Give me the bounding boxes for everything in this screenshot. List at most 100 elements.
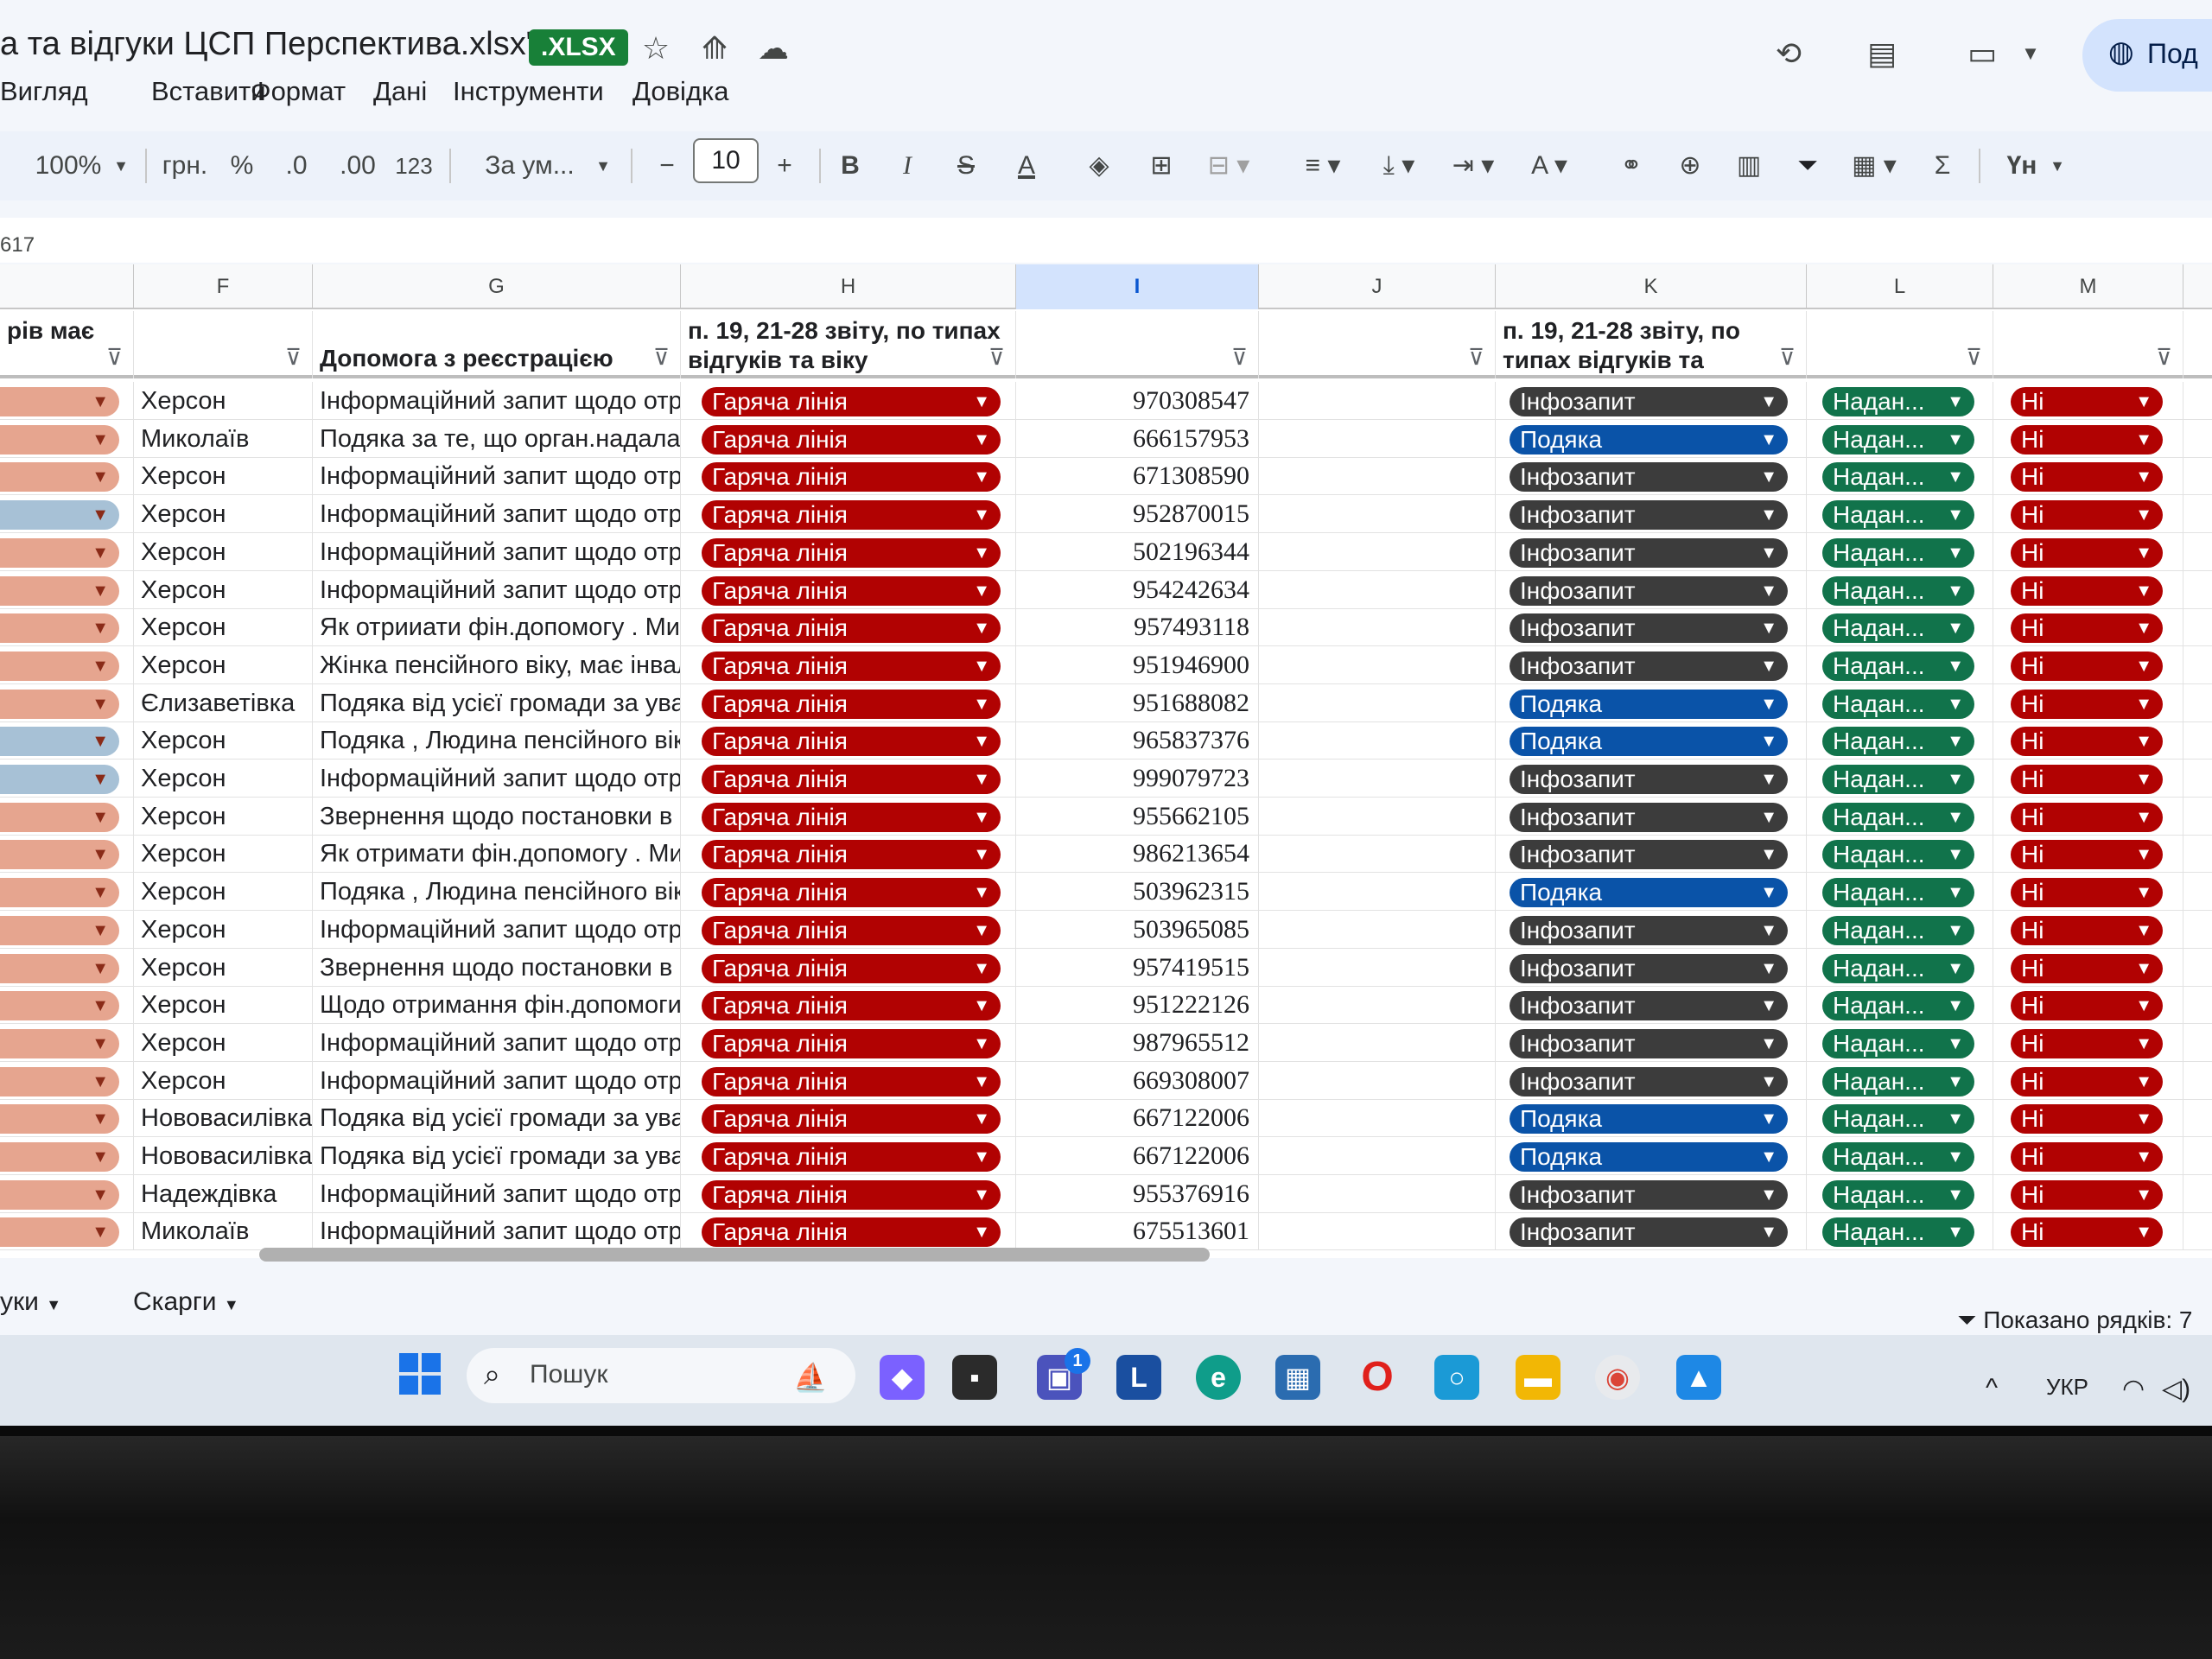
dropdown-arrow-icon[interactable]: ▼ — [92, 727, 109, 756]
dropdown-arrow-icon[interactable]: ▼ — [1760, 1180, 1777, 1210]
cell-phone[interactable]: 951222126 — [1016, 986, 1259, 1025]
type-chip[interactable]: Подяка ▼ — [1510, 727, 1788, 757]
dropdown-arrow-icon[interactable]: ▼ — [92, 1180, 109, 1210]
sheet-tab-complaints[interactable]: Скарги ▼ — [121, 1281, 251, 1324]
cell-empty[interactable] — [1259, 1137, 1496, 1175]
vertical-align-icon[interactable]: ⤓ ▾ — [1369, 145, 1429, 187]
dropdown-arrow-icon[interactable]: ▼ — [1947, 878, 1964, 907]
dropdown-arrow-icon[interactable]: ▼ — [973, 576, 990, 606]
status-chip[interactable]: ▼ — [0, 991, 119, 1021]
status-chip[interactable]: ▼ — [0, 575, 119, 606]
cell-location[interactable]: Херсон — [134, 570, 313, 609]
cell-description[interactable]: Інформаційний запит щодо отри — [313, 1023, 681, 1062]
percent-format-button[interactable]: % — [225, 145, 259, 187]
cell-location[interactable]: Надеждівка — [134, 1174, 313, 1213]
channel-chip[interactable]: Гаряча лінія ▼ — [702, 1217, 1001, 1248]
cell-location[interactable]: Херсон — [134, 608, 313, 647]
channel-chip[interactable]: Гаряча лінія ▼ — [702, 915, 1001, 945]
cell-type[interactable]: Інфозапит ▼ — [1496, 1023, 1807, 1062]
cell-location[interactable]: Херсон — [134, 532, 313, 571]
provided-chip[interactable]: Надан... ▼ — [1822, 462, 1974, 493]
cell-type[interactable]: Інфозапит ▼ — [1496, 457, 1807, 496]
chevron-down-icon[interactable]: ▼ — [224, 1296, 239, 1313]
dropdown-arrow-icon[interactable]: ▼ — [1947, 727, 1964, 756]
dropdown-arrow-icon[interactable]: ▼ — [1760, 576, 1777, 606]
history-icon[interactable]: ⟲ — [1770, 35, 1808, 73]
provided-chip[interactable]: Надан... ▼ — [1822, 1066, 1974, 1096]
dropdown-arrow-icon[interactable]: ▼ — [92, 538, 109, 568]
filter-icon[interactable]: ⊽ — [653, 342, 670, 372]
cell-channel[interactable]: Гаряча лінія ▼ — [681, 532, 1016, 571]
cell-empty[interactable] — [1259, 835, 1496, 874]
cell-description[interactable]: Як отримати фін.допомогу . Ми з — [313, 835, 681, 874]
type-chip[interactable]: Інфозапит ▼ — [1510, 500, 1788, 531]
cell-phone[interactable]: 957493118 — [1016, 608, 1259, 647]
filter-icon[interactable]: ⊽ — [988, 342, 1005, 372]
dropdown-arrow-icon[interactable]: ▼ — [1760, 425, 1777, 454]
volume-icon[interactable]: ◁) — [2162, 1374, 2190, 1404]
cell-answer[interactable]: Ні ▼ — [1993, 1137, 2183, 1175]
status-chip[interactable]: ▼ — [0, 1066, 119, 1096]
provided-chip[interactable]: Надан... ▼ — [1822, 1179, 1974, 1210]
dropdown-arrow-icon[interactable]: ▼ — [92, 916, 109, 945]
filter-icon[interactable]: ⊽ — [1231, 342, 1248, 372]
answer-chip[interactable]: Ні ▼ — [2011, 1142, 2163, 1172]
cell-type[interactable]: Подяка ▼ — [1496, 1137, 1807, 1175]
cell-empty[interactable] — [1259, 873, 1496, 912]
input-tools-chevron-icon[interactable]: ▼ — [2044, 145, 2070, 187]
currency-format-button[interactable]: грн. — [159, 145, 211, 187]
dropdown-arrow-icon[interactable]: ▼ — [92, 954, 109, 983]
cell-answer[interactable]: Ні ▼ — [1993, 721, 2183, 760]
cell-type[interactable]: Інфозапит ▼ — [1496, 1061, 1807, 1100]
dropdown-arrow-icon[interactable]: ▼ — [1947, 538, 1964, 568]
cell-phone[interactable]: 502196344 — [1016, 532, 1259, 571]
status-chip[interactable]: ▼ — [0, 462, 119, 493]
header-cell-h[interactable]: п. 19, 21-28 звіту, по типах відгуків та… — [681, 311, 1016, 378]
status-chip[interactable]: ▼ — [0, 1104, 119, 1135]
cell-location[interactable]: Херсон — [134, 1061, 313, 1100]
cell-provided[interactable]: Надан... ▼ — [1807, 645, 1993, 684]
cell-e[interactable]: ▼ — [0, 1099, 134, 1138]
dropdown-arrow-icon[interactable]: ▼ — [2135, 387, 2152, 416]
cell-type[interactable]: Подяка ▼ — [1496, 683, 1807, 722]
cell-provided[interactable]: Надан... ▼ — [1807, 1099, 1993, 1138]
dropdown-arrow-icon[interactable]: ▼ — [1947, 613, 1964, 643]
dropdown-arrow-icon[interactable]: ▼ — [1947, 916, 1964, 945]
cell-empty[interactable] — [1259, 797, 1496, 836]
cell-answer[interactable]: Ні ▼ — [1993, 1023, 2183, 1062]
header-cell-l[interactable]: ⊽ — [1807, 311, 1993, 378]
dropdown-arrow-icon[interactable]: ▼ — [1947, 500, 1964, 530]
cell-e[interactable]: ▼ — [0, 986, 134, 1025]
cell-type[interactable]: Інфозапит ▼ — [1496, 532, 1807, 571]
cell-provided[interactable]: Надан... ▼ — [1807, 683, 1993, 722]
cell-location[interactable]: Херсон — [134, 495, 313, 534]
cell-channel[interactable]: Гаряча лінія ▼ — [681, 797, 1016, 836]
provided-chip[interactable]: Надан... ▼ — [1822, 1104, 1974, 1135]
cell-type[interactable]: Подяка ▼ — [1496, 419, 1807, 458]
dropdown-arrow-icon[interactable]: ▼ — [92, 613, 109, 643]
header-cell-f[interactable]: ⊽ — [134, 311, 313, 378]
dropdown-arrow-icon[interactable]: ▼ — [2135, 538, 2152, 568]
cell-e[interactable]: ▼ — [0, 760, 134, 798]
channel-chip[interactable]: Гаряча лінія ▼ — [702, 462, 1001, 493]
cell-description[interactable]: Інформаційний запит щодо отри — [313, 1174, 681, 1213]
bold-button[interactable]: B — [833, 145, 868, 187]
cell-type[interactable]: Інфозапит ▼ — [1496, 1174, 1807, 1213]
header-cell-k[interactable]: п. 19, 21-28 звіту, по типах відгуків та… — [1496, 311, 1807, 378]
cell-description[interactable]: Звернення щодо постановки в че — [313, 797, 681, 836]
dropdown-arrow-icon[interactable]: ▼ — [2135, 727, 2152, 756]
dropdown-arrow-icon[interactable]: ▼ — [2135, 878, 2152, 907]
dropdown-arrow-icon[interactable]: ▼ — [973, 538, 990, 568]
cell-answer[interactable]: Ні ▼ — [1993, 608, 2183, 647]
dropdown-arrow-icon[interactable]: ▼ — [973, 425, 990, 454]
dropdown-arrow-icon[interactable]: ▼ — [1947, 1180, 1964, 1210]
cell-phone[interactable]: 503962315 — [1016, 873, 1259, 912]
dropdown-arrow-icon[interactable]: ▼ — [1947, 690, 1964, 719]
cell-phone[interactable]: 957419515 — [1016, 948, 1259, 987]
keyboard-language[interactable]: УКР — [2046, 1374, 2088, 1401]
column-header-f[interactable]: F — [134, 264, 313, 309]
column-header-h[interactable]: H — [681, 264, 1016, 309]
dropdown-arrow-icon[interactable]: ▼ — [1760, 462, 1777, 492]
increase-font-size-button[interactable]: + — [767, 145, 802, 187]
cell-e[interactable]: ▼ — [0, 457, 134, 496]
